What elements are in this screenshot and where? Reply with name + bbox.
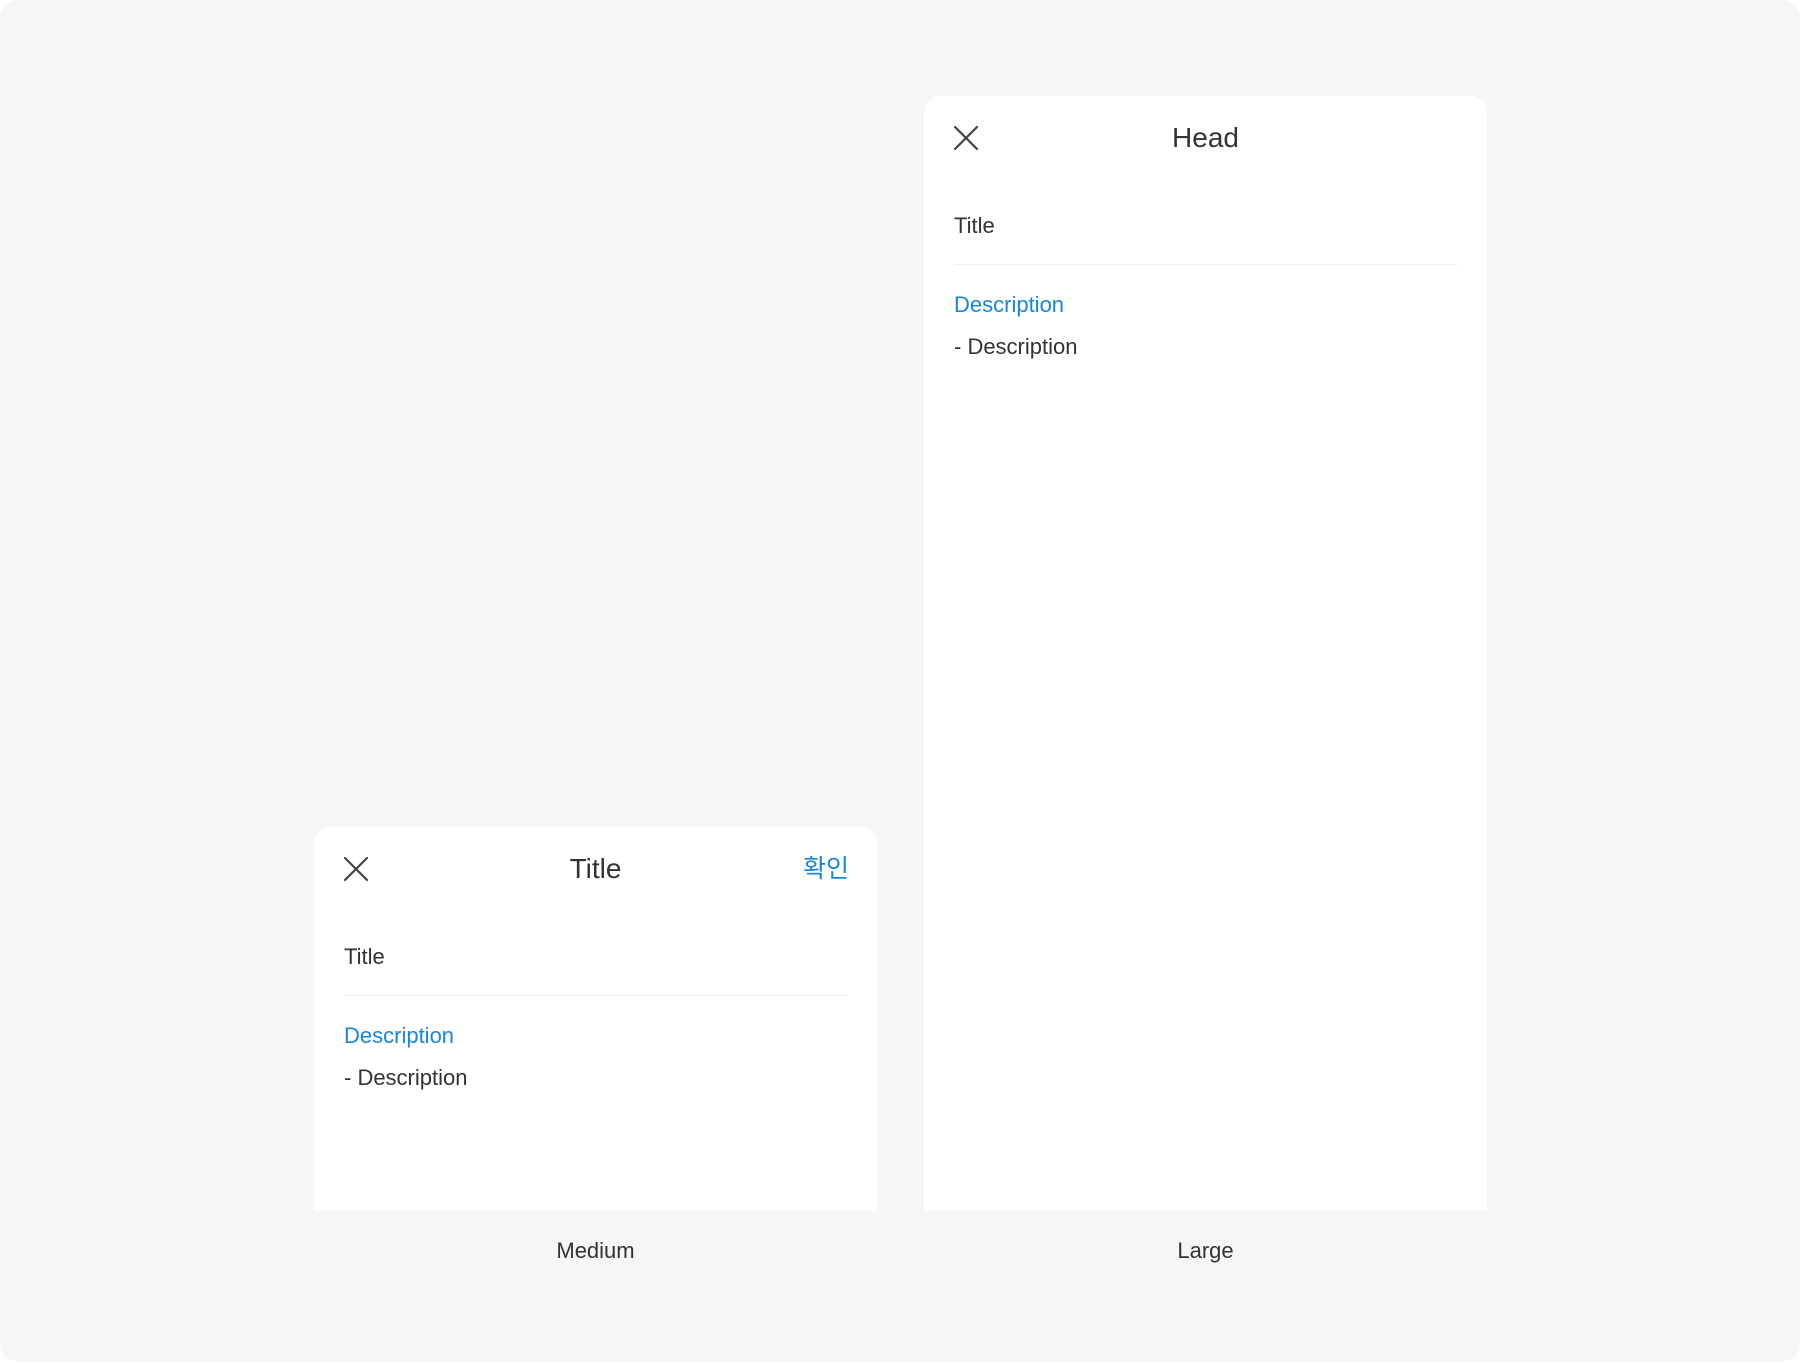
medium-caption: Medium (556, 1238, 635, 1263)
sheet-title: Title (569, 853, 622, 884)
large-caption: Large (1177, 1238, 1234, 1263)
description-body: - Description (954, 334, 1078, 359)
sheet-header: Head (924, 96, 1487, 180)
large-bottom-sheet: Head Title Description - Description (924, 96, 1487, 1211)
field-title-label: Title (954, 213, 995, 238)
close-button[interactable] (336, 849, 376, 889)
close-icon (953, 125, 979, 151)
field-title-label: Title (344, 944, 385, 969)
close-icon (343, 856, 369, 882)
description-body: - Description (344, 1065, 468, 1090)
confirm-button[interactable]: 확인 (803, 827, 849, 911)
medium-bottom-sheet: Title 확인 Title Description - Description (314, 827, 877, 1211)
sheet-header: Title 확인 (314, 827, 877, 911)
description-heading: Description (954, 292, 1065, 317)
sheet-title: Head (1172, 122, 1239, 153)
close-button[interactable] (946, 118, 986, 158)
canvas-background (0, 0, 1800, 1362)
description-heading: Description (344, 1023, 455, 1048)
divider (954, 264, 1457, 265)
divider (344, 995, 847, 996)
